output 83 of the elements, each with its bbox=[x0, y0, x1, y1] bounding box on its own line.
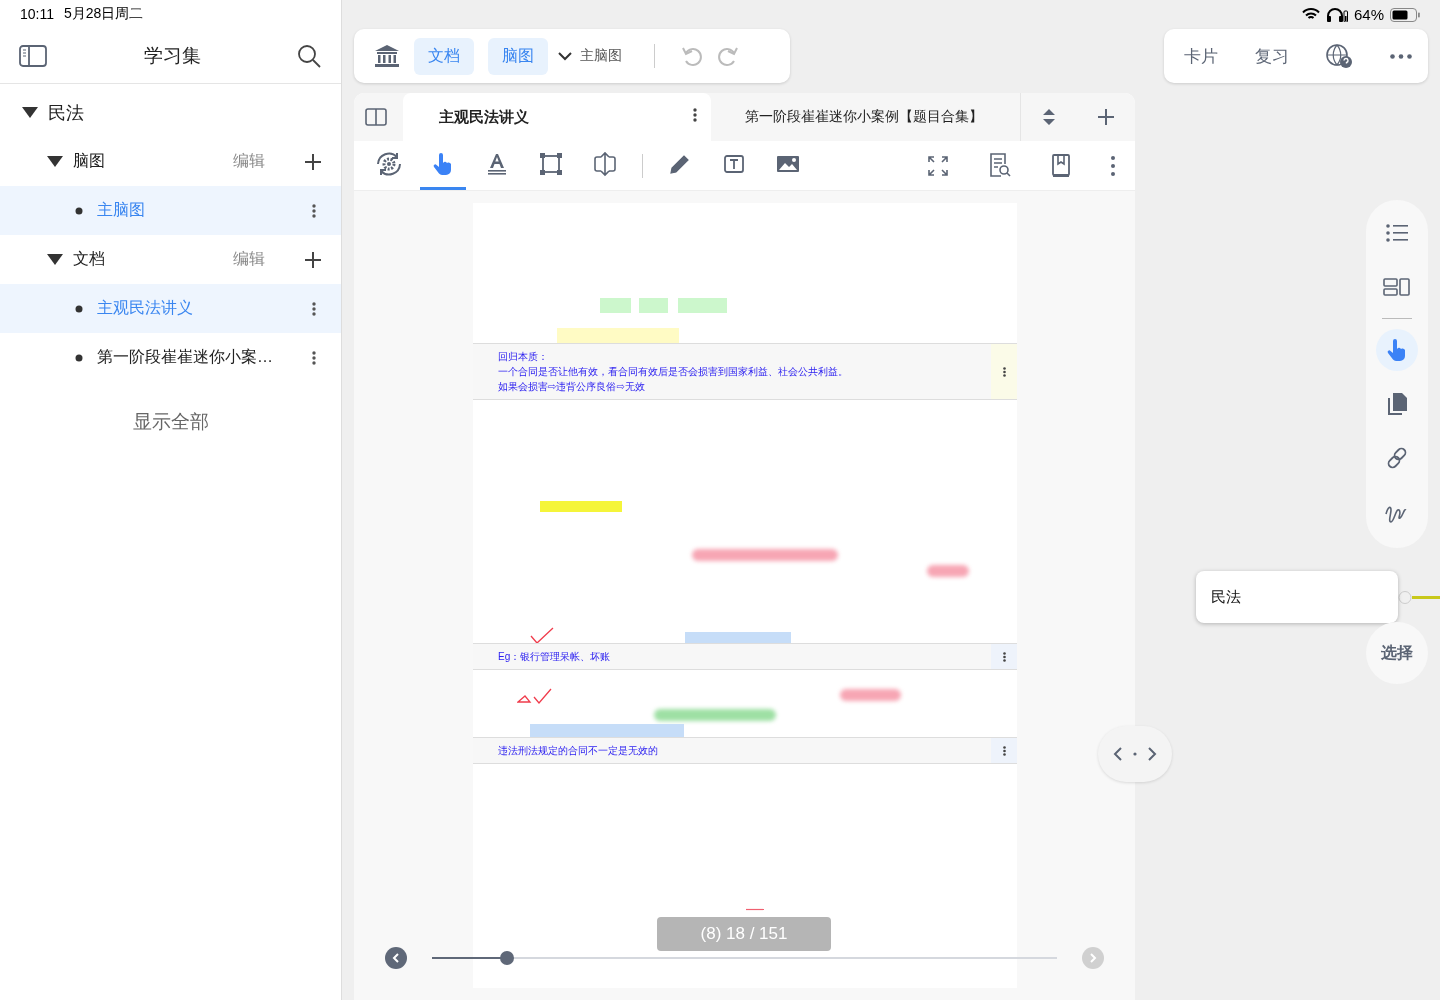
rail-button[interactable] bbox=[1376, 329, 1418, 371]
bullet-icon bbox=[75, 206, 83, 215]
add-icon[interactable] bbox=[305, 153, 321, 170]
tree-item[interactable]: 文档 bbox=[73, 249, 223, 270]
selection-frame-icon bbox=[540, 153, 562, 175]
document-search-icon[interactable] bbox=[989, 152, 1011, 179]
more-vertical-icon[interactable] bbox=[1111, 155, 1115, 176]
status-time: 10:11 bbox=[20, 6, 54, 22]
note-text: 回归本质： 一个合同是否让他有效，看合同有效后是否会损害到国家利益、社会公共利益。 如果会损害⇨违背公序良俗⇨无效 bbox=[497, 350, 849, 394]
battery-icon bbox=[1390, 7, 1420, 22]
highlight-mark bbox=[927, 565, 969, 577]
hand-pointer-icon bbox=[433, 153, 453, 175]
sidebar-title: 学习集 bbox=[143, 43, 201, 68]
more-vertical-icon[interactable] bbox=[312, 350, 316, 365]
toolbar-button[interactable]: 复习 bbox=[1254, 44, 1289, 68]
wifi-icon bbox=[1301, 8, 1320, 21]
tree-item-label: 主观民法讲义 bbox=[97, 298, 194, 318]
text-box-icon bbox=[723, 153, 745, 175]
more-vertical-icon[interactable] bbox=[312, 301, 316, 316]
status-date: 5月28日周二 bbox=[64, 5, 144, 23]
dash-mark bbox=[746, 908, 764, 911]
headphones-icon bbox=[1325, 7, 1348, 22]
more-vertical-icon[interactable] bbox=[1002, 651, 1006, 662]
more-vertical-icon[interactable] bbox=[1002, 745, 1006, 756]
tree-item-row[interactable]: 第一阶段崔崔迷你小案… bbox=[0, 333, 341, 382]
more-vertical-icon[interactable] bbox=[312, 203, 316, 218]
slider-thumb[interactable] bbox=[500, 951, 514, 965]
link-icon bbox=[1385, 446, 1409, 470]
note-text: Eg：银行管理呆帐、坏账 bbox=[497, 650, 612, 664]
sort-icon[interactable] bbox=[1042, 108, 1056, 126]
image-icon bbox=[776, 154, 800, 174]
globe-help-icon[interactable] bbox=[1325, 43, 1354, 69]
hand-pointer-icon bbox=[1387, 339, 1407, 361]
bullet-icon bbox=[75, 353, 83, 362]
tree-item-label: 主脑图 bbox=[97, 200, 146, 220]
text-style-icon bbox=[487, 153, 507, 175]
note-text: 违法刑法规定的合同不一定是无效的 bbox=[497, 744, 659, 758]
add-icon[interactable] bbox=[305, 251, 321, 268]
resize-icon bbox=[592, 151, 618, 177]
bank-icon[interactable] bbox=[374, 44, 400, 68]
tree-item[interactable]: 民法 bbox=[48, 100, 321, 125]
layout-icon bbox=[1383, 277, 1411, 297]
copy-icon bbox=[1386, 392, 1408, 416]
highlight-mark bbox=[600, 298, 631, 313]
gear-rotate-icon bbox=[374, 151, 404, 177]
highlight-mark bbox=[840, 689, 901, 701]
expanded-triangle-icon[interactable] bbox=[47, 155, 63, 168]
page-indicator: (8) 18 / 151 bbox=[657, 917, 831, 951]
list-icon bbox=[1385, 223, 1409, 243]
edit-button[interactable]: 编辑 bbox=[233, 249, 265, 270]
battery-percent: 64% bbox=[1353, 6, 1384, 23]
tree-item-label: 第一阶段崔崔迷你小案… bbox=[97, 347, 274, 367]
fullscreen-icon[interactable] bbox=[927, 154, 949, 177]
bullet-icon bbox=[75, 304, 83, 313]
add-icon[interactable] bbox=[1098, 109, 1114, 125]
toolbar-button[interactable]: 卡片 bbox=[1184, 44, 1218, 68]
chevron-down-icon bbox=[558, 51, 572, 61]
note-bar[interactable]: Eg：银行管理呆帐、坏账 bbox=[473, 643, 1017, 670]
bookmark-book-icon[interactable] bbox=[1051, 153, 1071, 178]
triangle-check-icon bbox=[517, 688, 553, 704]
pencil-icon bbox=[669, 153, 691, 175]
show-all-button[interactable]: 显示全部 bbox=[126, 408, 215, 436]
highlight-mark bbox=[639, 298, 668, 313]
more-vertical-icon[interactable] bbox=[693, 108, 697, 122]
edit-button[interactable]: 编辑 bbox=[233, 151, 265, 172]
dropdown[interactable]: 主脑图 bbox=[558, 47, 622, 65]
sidebar-toggle-icon[interactable] bbox=[19, 44, 47, 67]
split-view-icon[interactable] bbox=[365, 108, 387, 126]
document-tab[interactable]: 主观民法讲义 bbox=[403, 93, 711, 141]
more-vertical-icon[interactable] bbox=[1002, 366, 1006, 377]
checkmark-icon bbox=[530, 627, 554, 645]
highlight-mark bbox=[678, 298, 727, 313]
mindmap-node[interactable]: 民法 bbox=[1196, 571, 1398, 623]
more-horizontal-icon[interactable] bbox=[1389, 53, 1412, 59]
tree-item[interactable]: 脑图 bbox=[73, 151, 223, 172]
note-bar[interactable]: 违法刑法规定的合同不一定是无效的 bbox=[473, 737, 1017, 764]
code-arrows-icon bbox=[1113, 746, 1157, 762]
note-bar[interactable]: 回归本质： 一个合同是否让他有效，看合同有效后是否会损害到国家利益、社会公共利益。 如果会损害⇨违背公序良俗⇨无效 bbox=[473, 343, 1017, 400]
expanded-triangle-icon[interactable] bbox=[47, 253, 63, 266]
previous-page-icon[interactable] bbox=[385, 947, 407, 969]
search-icon[interactable] bbox=[297, 43, 321, 68]
expanded-triangle-icon[interactable] bbox=[22, 106, 38, 119]
select-button[interactable]: 选择 bbox=[1366, 622, 1428, 684]
